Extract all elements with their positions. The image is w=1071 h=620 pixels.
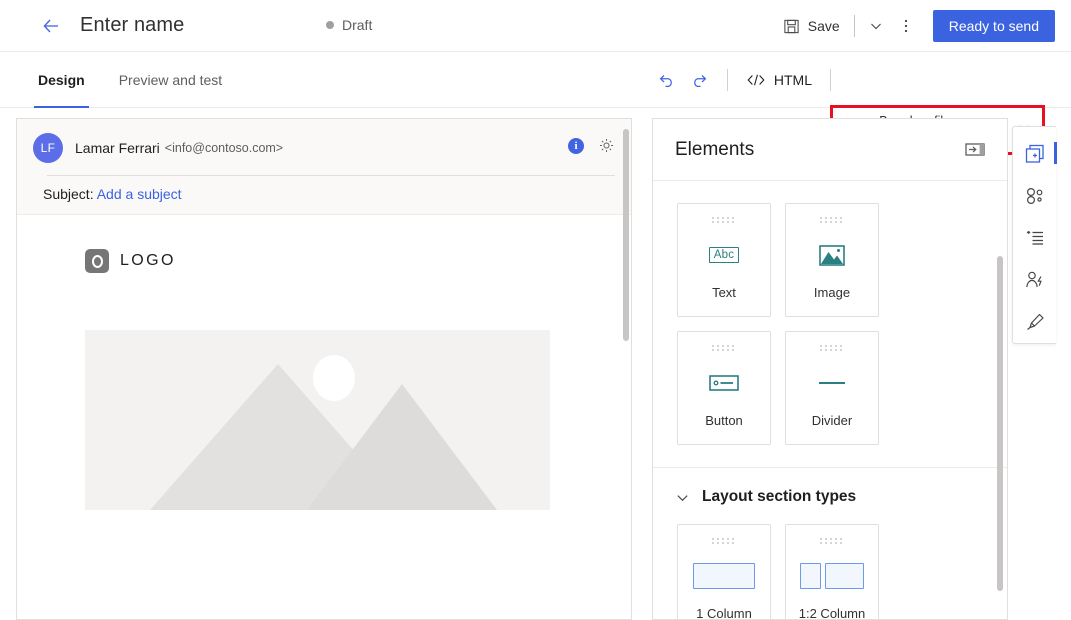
one-two-column-icon [786,546,878,606]
drag-handle-icon[interactable] [711,216,737,225]
element-label: Divider [811,413,853,428]
undo-button[interactable] [651,64,683,96]
element-card-image[interactable]: Image [785,203,879,317]
logo-text: LOGO [120,252,176,269]
command-bar-actions: HTML [651,52,1043,108]
header-separator [47,175,615,176]
mountain-placeholder-image[interactable] [85,330,550,510]
element-label: Image [813,285,851,300]
elements-grid: Abc Text Image Button Divider [653,181,983,445]
templates-icon [1026,230,1043,245]
html-button[interactable]: HTML [740,64,818,96]
subject-label: Subject: [43,186,94,202]
logo-block[interactable]: LOGO [85,249,631,273]
email-canvas[interactable]: LF Lamar Ferrari <info@contoso.com> i Su… [16,118,632,620]
status-dot-icon [326,21,334,29]
header-actions: Save Ready to send [775,0,1055,52]
info-icon[interactable]: i [568,137,584,154]
chevron-down-icon [677,494,688,501]
more-vertical-icon [904,19,907,33]
from-name: Lamar Ferrari [75,140,160,156]
brush-styles-icon [1026,313,1044,330]
add-elements-icon [1025,144,1044,163]
command-divider [726,69,728,91]
canvas-scrollbar[interactable] [623,129,629,341]
rail-item-templates[interactable] [1015,217,1055,259]
element-label: Button [705,413,743,428]
code-icon [747,74,765,86]
page-title: Enter name [80,14,185,36]
from-email: <info@contoso.com> [164,141,284,155]
collapse-panel-icon[interactable] [965,142,985,157]
panel-title: Elements [675,138,755,160]
email-header-block: LF Lamar Ferrari <info@contoso.com> i Su… [17,119,631,215]
save-disk-icon [784,19,799,33]
layout-grid: 1 Column 1:2 Column [653,510,983,620]
tab-list: Design Preview and test [34,52,252,108]
email-body[interactable]: LOGO [17,215,631,619]
button-icon [678,353,770,413]
elements-panel: Elements Abc Text Image Button Divider L… [652,118,1008,620]
layout-card-1-2-column[interactable]: 1:2 Column [785,524,879,620]
drag-handle-icon[interactable] [819,537,845,546]
command-divider-2 [830,69,831,91]
status-badge: Draft [326,17,372,33]
drag-handle-icon[interactable] [819,216,845,225]
redo-button[interactable] [683,64,715,96]
logo-placeholder-icon [85,249,109,273]
rail-item-layouts[interactable] [1015,175,1055,217]
top-header-bar: Enter name Draft Save Ready to send [0,0,1071,52]
chevron-down-icon [870,23,881,30]
arrow-left-icon [43,19,58,32]
layout-section-header[interactable]: Layout section types [653,468,1007,510]
save-button[interactable]: Save [775,10,848,42]
layout-section-title: Layout section types [702,488,857,505]
command-bar: Design Preview and test HTML [0,52,1071,155]
tab-preview-and-test[interactable]: Preview and test [115,52,227,108]
panel-scroll-area: Abc Text Image Button Divider Layout sec… [653,181,1007,620]
element-card-text[interactable]: Abc Text [677,203,771,317]
element-card-button[interactable]: Button [677,331,771,445]
subject-row: Subject: Add a subject [33,186,615,202]
element-card-divider[interactable]: Divider [785,331,879,445]
tool-rail [1012,126,1057,344]
tab-design[interactable]: Design [34,52,89,108]
layout-card-1-column[interactable]: 1 Column [677,524,771,620]
redo-icon [694,75,707,88]
email-header-icons: i [568,137,615,154]
panel-header: Elements [653,119,1007,181]
panel-scrollbar[interactable] [997,256,1003,591]
rail-item-personalization[interactable] [1015,259,1055,301]
layouts-icon [1026,187,1042,205]
more-options-button[interactable] [891,10,921,42]
header-divider [853,15,855,37]
text-abc-icon: Abc [678,225,770,285]
save-options-button[interactable] [861,10,891,42]
personalization-icon [1025,271,1042,288]
save-label: Save [807,18,840,34]
add-subject-link[interactable]: Add a subject [97,186,182,202]
back-button[interactable] [34,9,68,43]
status-label: Draft [342,17,373,33]
gear-icon[interactable] [598,137,615,154]
rail-item-add-elements[interactable] [1015,133,1057,175]
avatar: LF [33,133,63,163]
mountain-shape-right [307,384,497,510]
drag-handle-icon[interactable] [711,344,737,353]
divider-icon [786,353,878,413]
drag-handle-icon[interactable] [819,344,845,353]
rail-item-brush-styles[interactable] [1015,301,1055,343]
ready-to-send-button[interactable]: Ready to send [932,10,1055,42]
layout-label: 1 Column [696,606,752,620]
layout-label: 1:2 Column [798,606,866,620]
drag-handle-icon[interactable] [711,537,737,546]
image-icon [786,225,878,285]
one-column-icon [678,546,770,606]
element-label: Text [712,285,736,300]
from-row: LF Lamar Ferrari <info@contoso.com> i [33,133,615,163]
html-label: HTML [773,72,812,88]
undo-icon [659,75,672,88]
